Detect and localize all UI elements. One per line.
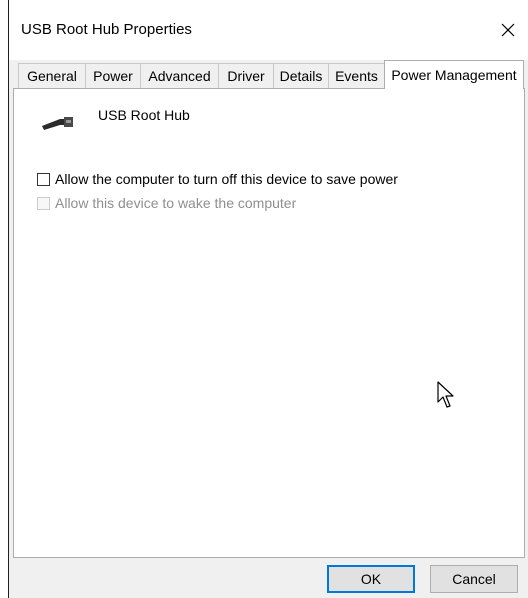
device-name: USB Root Hub: [98, 107, 190, 123]
tab-strip: General Power Advanced Driver Details Ev…: [13, 60, 528, 89]
device-header: USB Root Hub: [40, 107, 190, 133]
tab-driver[interactable]: Driver: [218, 63, 274, 88]
tab-advanced[interactable]: Advanced: [140, 63, 219, 88]
close-icon: [501, 23, 515, 37]
allow-turn-off-checkbox[interactable]: [37, 172, 50, 186]
usb-plug-icon: [42, 117, 73, 130]
tab-power[interactable]: Power: [85, 63, 141, 88]
cancel-button[interactable]: Cancel: [430, 565, 518, 593]
allow-wake-checkbox: [37, 196, 50, 210]
properties-window: USB Root Hub Properties General Power Ad…: [8, 0, 528, 598]
window-title: USB Root Hub Properties: [21, 21, 192, 38]
tab-power-management[interactable]: Power Management: [384, 60, 524, 89]
power-management-panel: USB Root Hub Allow the computer to turn …: [13, 88, 525, 558]
close-button[interactable]: [488, 10, 528, 50]
tab-details[interactable]: Details: [273, 63, 329, 88]
ok-button[interactable]: OK: [327, 565, 415, 593]
allow-turn-off-option[interactable]: Allow the computer to turn off this devi…: [37, 171, 398, 187]
mouse-pointer-icon: [437, 381, 454, 408]
tab-events[interactable]: Events: [328, 63, 385, 88]
tab-general[interactable]: General: [18, 63, 86, 88]
title-bar[interactable]: USB Root Hub Properties: [9, 0, 528, 60]
allow-wake-label: Allow this device to wake the computer: [55, 195, 297, 211]
allow-turn-off-label[interactable]: Allow the computer to turn off this devi…: [55, 171, 398, 187]
allow-wake-option: Allow this device to wake the computer: [37, 195, 296, 211]
